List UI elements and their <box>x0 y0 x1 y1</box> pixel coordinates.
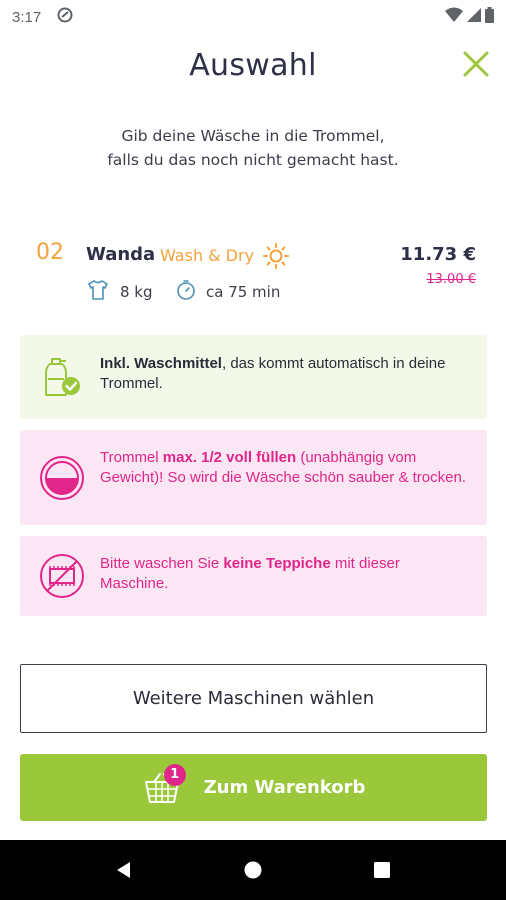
shirt-icon <box>88 280 108 300</box>
price: 11.73 € <box>400 244 476 265</box>
info-carpet-pre: Bitte waschen Sie <box>100 555 224 572</box>
old-price: 13.00 € <box>426 272 476 287</box>
signal-icon <box>467 7 481 27</box>
info-carpet-bold: keine Teppiche <box>223 555 331 572</box>
choose-more-machines-button[interactable]: Weitere Maschinen wählen <box>20 664 487 733</box>
weight: 8 kg <box>120 283 153 301</box>
no-carpet-icon <box>40 554 84 598</box>
status-time: 3:17 <box>12 8 42 26</box>
recents-square-icon <box>373 862 390 878</box>
drum-half-full-icon <box>40 455 84 500</box>
nav-recents-button[interactable] <box>362 850 402 890</box>
header: Auswahl <box>0 44 506 88</box>
program-name: Wash & Dry <box>160 246 255 265</box>
machine-summary: 02 Wanda Wash & Dry 11.73 € 13.00 € 8 kg… <box>36 234 480 314</box>
info-fill-bold: max. 1/2 voll füllen <box>162 449 297 466</box>
home-circle-icon <box>244 861 262 879</box>
close-button[interactable] <box>456 44 496 84</box>
nav-home-button[interactable] <box>233 850 273 890</box>
go-to-cart-button[interactable]: 1 Zum Warenkorb <box>20 754 487 821</box>
info-fill-level: Trommel max. 1/2 voll füllen (unabhängig… <box>20 430 487 525</box>
info-detergent-bold: Inkl. Waschmittel <box>100 355 222 372</box>
intro-line-2: falls du das noch nicht gemacht hast. <box>107 151 399 169</box>
timer-icon <box>177 280 195 300</box>
info-no-carpets: Bitte waschen Sie keine Teppiche mit die… <box>20 536 487 616</box>
info-detergent: Inkl. Waschmittel, das kommt automatisch… <box>20 335 487 419</box>
close-icon <box>463 51 489 77</box>
battery-icon <box>485 7 494 27</box>
info-fill-pre: Trommel <box>100 449 163 466</box>
cart-count-badge: 1 <box>163 763 186 786</box>
system-nav-bar <box>0 840 506 900</box>
intro-text: Gib deine Wäsche in die Trommel, falls d… <box>0 124 506 172</box>
detergent-icon <box>45 358 80 396</box>
go-to-cart-label: Zum Warenkorb <box>203 777 366 798</box>
intro-line-1: Gib deine Wäsche in die Trommel, <box>121 127 385 145</box>
duration: ca 75 min <box>206 283 281 301</box>
choose-more-machines-label: Weitere Maschinen wählen <box>132 688 375 709</box>
page-title: Auswahl <box>189 48 317 83</box>
cart-icon-wrap: 1 <box>142 763 186 806</box>
wifi-icon <box>445 7 463 27</box>
machine-number: 02 <box>36 240 64 265</box>
back-triangle-icon <box>117 862 131 878</box>
status-icons <box>445 7 494 27</box>
status-bar: 3:17 <box>0 0 506 34</box>
sun-icon <box>263 243 289 269</box>
do-not-disturb-icon <box>57 7 73 27</box>
nav-back-button[interactable] <box>104 850 144 890</box>
machine-name: Wanda <box>86 244 156 265</box>
